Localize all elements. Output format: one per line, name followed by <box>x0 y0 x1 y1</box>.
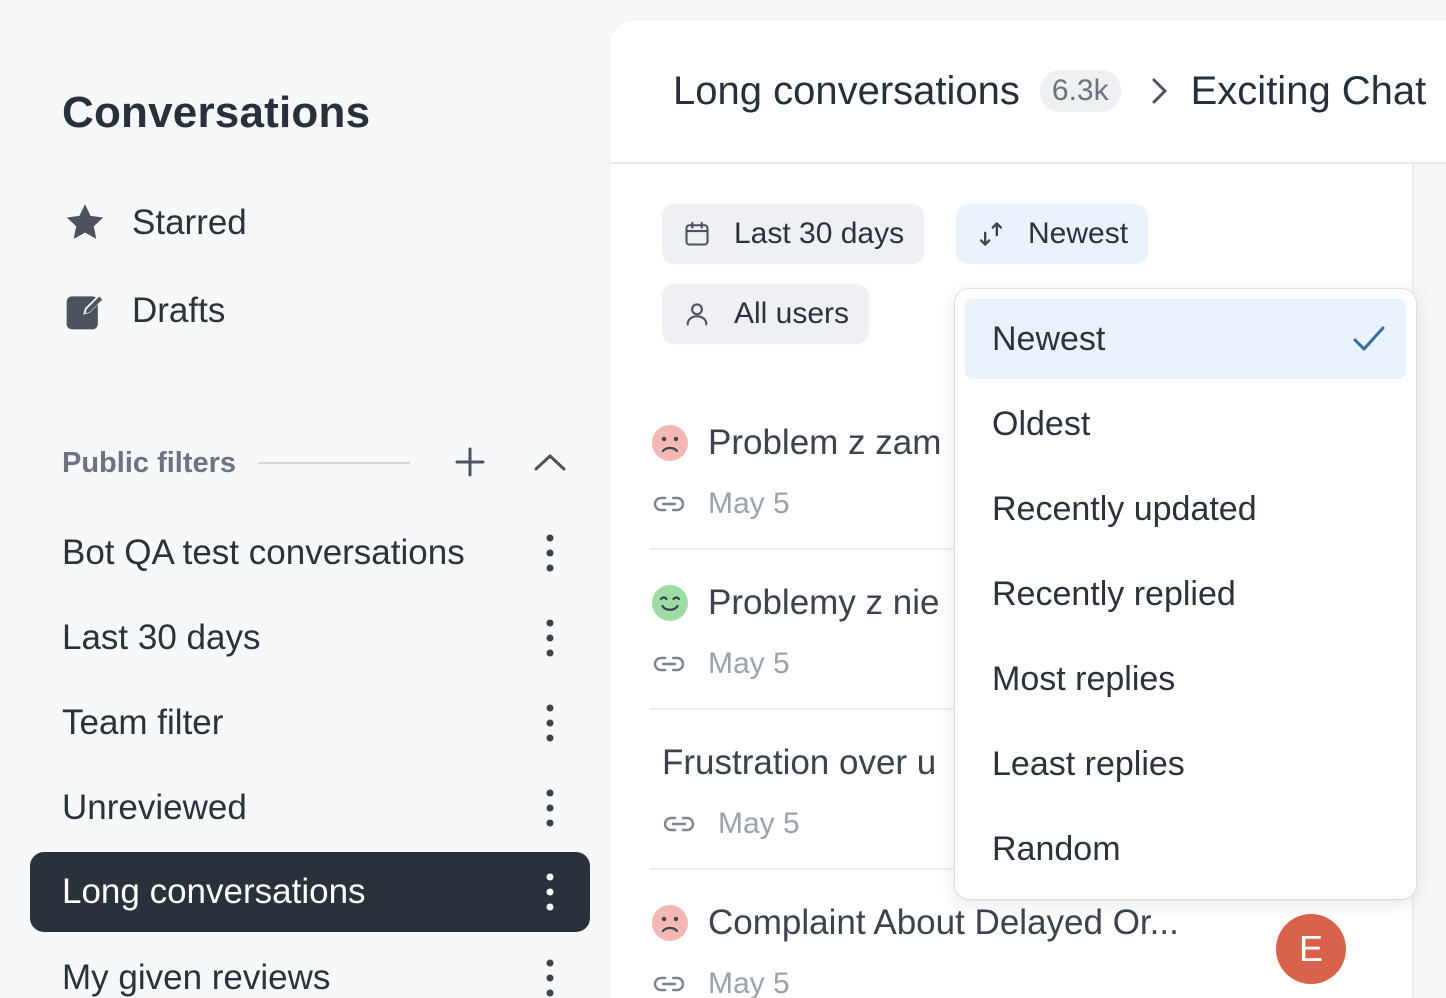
kebab-menu-icon[interactable] <box>540 958 560 998</box>
sort-option-recently-replied[interactable]: Recently replied <box>965 554 1406 634</box>
sidebar-item-drafts[interactable]: Drafts <box>62 286 225 336</box>
sort-arrows-icon <box>976 219 1006 249</box>
count-badge: 6.3k <box>1039 70 1121 112</box>
kebab-menu-icon[interactable] <box>540 788 560 828</box>
sidebar-filter-last-30-days[interactable]: Last 30 days <box>30 598 590 678</box>
star-icon <box>62 200 108 246</box>
link-icon <box>653 496 685 512</box>
add-filter-button[interactable] <box>450 442 490 482</box>
avatar[interactable]: E <box>1276 914 1346 984</box>
filter-label: Unreviewed <box>62 788 247 827</box>
option-label: Most replies <box>992 659 1176 698</box>
sidebar-item-label: Starred <box>132 203 247 242</box>
sidebar-filter-my-given-reviews[interactable]: My given reviews <box>30 938 590 998</box>
sad-face-icon <box>652 905 688 941</box>
happy-face-icon <box>652 585 688 621</box>
user-icon <box>682 299 712 329</box>
date-range-filter-button[interactable]: Last 30 days <box>662 204 925 264</box>
kebab-menu-icon[interactable] <box>540 703 560 743</box>
edit-draft-icon <box>62 288 108 334</box>
conversation-title: Frustration over u <box>662 743 937 782</box>
option-label: Newest <box>992 319 1106 358</box>
plus-icon <box>455 447 485 477</box>
option-label: Least replies <box>992 744 1185 783</box>
checkmark-icon <box>1353 326 1385 351</box>
sidebar-item-label: Drafts <box>132 291 226 330</box>
kebab-menu-icon[interactable] <box>540 872 560 912</box>
filter-label: Long conversations <box>62 872 366 911</box>
link-icon <box>653 976 685 992</box>
sidebar-item-starred[interactable]: Starred <box>62 198 247 248</box>
sort-button[interactable]: Newest <box>956 204 1149 264</box>
option-label: Random <box>992 829 1121 868</box>
page-title: Long conversations <box>673 68 1020 113</box>
section-label: Public filters <box>62 446 237 479</box>
conversation-title: Complaint About Delayed Or... <box>708 903 1179 942</box>
link-icon <box>653 656 685 672</box>
section-divider <box>258 462 411 464</box>
option-label: Recently updated <box>992 489 1257 528</box>
filter-label: Bot QA test conversations <box>62 533 465 572</box>
sidebar-filter-unreviewed[interactable]: Unreviewed <box>30 768 590 848</box>
kebab-menu-icon[interactable] <box>540 533 560 573</box>
sidebar-filter-team[interactable]: Team filter <box>30 683 590 763</box>
sort-dropdown-menu: Newest Oldest Recently updated Recently … <box>955 289 1416 899</box>
detail-pane-edge <box>1412 164 1446 998</box>
panel-header: Long conversations 6.3k Exciting Chat <box>610 20 1446 164</box>
sidebar-title: Conversations <box>62 88 371 137</box>
conversation-date: May 5 <box>718 807 800 840</box>
filter-label: My given reviews <box>62 958 331 997</box>
sidebar-filter-bot-qa[interactable]: Bot QA test conversations <box>30 513 590 593</box>
filter-label: Last 30 days <box>62 618 261 657</box>
filter-label: Team filter <box>62 703 224 742</box>
sort-option-newest[interactable]: Newest <box>965 299 1406 379</box>
kebab-menu-icon[interactable] <box>540 618 560 658</box>
conversation-title: Problemy z nie <box>708 583 940 622</box>
breadcrumb-item[interactable]: Exciting Chat <box>1191 69 1427 114</box>
sort-option-recently-updated[interactable]: Recently updated <box>965 469 1406 549</box>
conversation-date: May 5 <box>708 967 790 998</box>
public-filters-section: Public filters <box>62 440 570 486</box>
sort-option-random[interactable]: Random <box>965 809 1406 889</box>
option-label: Oldest <box>992 404 1091 443</box>
chip-label: Newest <box>1028 217 1129 250</box>
sidebar: Conversations Starred Drafts Public filt… <box>0 0 610 998</box>
chevron-up-icon <box>534 454 566 471</box>
link-icon <box>663 816 695 832</box>
conversation-date: May 5 <box>708 487 790 520</box>
sort-option-least-replies[interactable]: Least replies <box>965 724 1406 804</box>
sidebar-filter-long-conversations[interactable]: Long conversations <box>30 852 590 932</box>
sad-face-icon <box>652 425 688 461</box>
chip-label: Last 30 days <box>734 217 905 250</box>
conversation-title: Problem z zam <box>708 423 942 462</box>
calendar-icon <box>682 219 712 249</box>
chevron-right-icon <box>1149 71 1173 111</box>
sort-option-oldest[interactable]: Oldest <box>965 384 1406 464</box>
collapse-section-button[interactable] <box>530 442 570 482</box>
sort-option-most-replies[interactable]: Most replies <box>965 639 1406 719</box>
option-label: Recently replied <box>992 574 1236 613</box>
conversation-date: May 5 <box>708 647 790 680</box>
chip-label: All users <box>734 297 850 330</box>
users-filter-button[interactable]: All users <box>662 284 870 344</box>
